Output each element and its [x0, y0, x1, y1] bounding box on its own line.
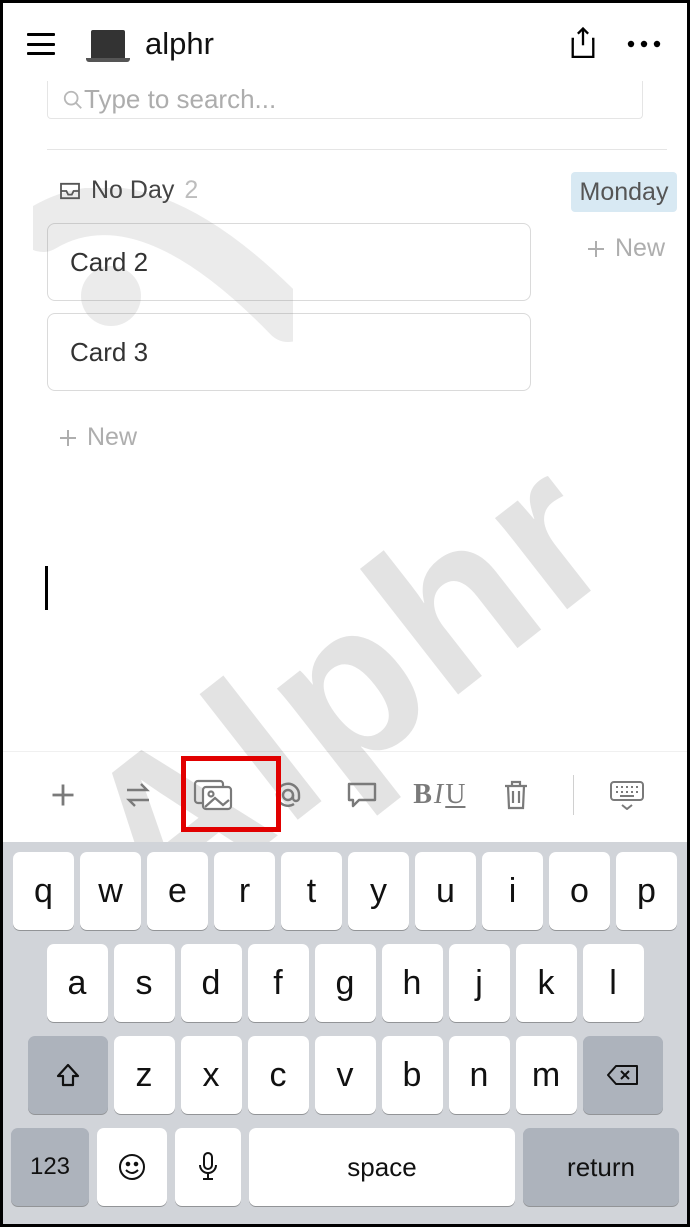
- column-no-day: No Day 2 Card 2 Card 3 New: [47, 174, 531, 452]
- key-g[interactable]: g: [315, 944, 376, 1022]
- key-123[interactable]: 123: [11, 1128, 89, 1206]
- column-title: Monday: [580, 178, 669, 207]
- search-input[interactable]: [84, 84, 628, 115]
- key-v[interactable]: v: [315, 1036, 376, 1114]
- key-b[interactable]: b: [382, 1036, 443, 1114]
- toolbar-separator: [573, 775, 574, 815]
- header: alphr: [3, 3, 687, 81]
- key-x[interactable]: x: [181, 1036, 242, 1114]
- key-m[interactable]: m: [516, 1036, 577, 1114]
- dismiss-keyboard-icon[interactable]: [603, 771, 651, 819]
- key-r[interactable]: r: [214, 852, 275, 930]
- italic-label: I: [434, 779, 443, 811]
- inbox-icon: [59, 182, 81, 200]
- column-monday[interactable]: Monday: [571, 172, 677, 212]
- card-title: Card 3: [70, 337, 148, 368]
- comment-icon[interactable]: [338, 771, 386, 819]
- hamburger-icon[interactable]: [27, 33, 55, 55]
- key-space[interactable]: space: [249, 1128, 515, 1206]
- content-area: No Day 2 Card 2 Card 3 New Monday New: [3, 81, 687, 452]
- workspace-icon[interactable]: [91, 30, 125, 58]
- keyboard-row-3: z x c v b n m: [11, 1036, 679, 1114]
- key-t[interactable]: t: [281, 852, 342, 930]
- key-d[interactable]: d: [181, 944, 242, 1022]
- new-card-button[interactable]: New: [575, 212, 677, 263]
- underline-label: U: [445, 779, 465, 811]
- key-w[interactable]: w: [80, 852, 141, 930]
- key-h[interactable]: h: [382, 944, 443, 1022]
- key-l[interactable]: l: [583, 944, 644, 1022]
- trash-icon[interactable]: [492, 771, 540, 819]
- more-icon[interactable]: [625, 38, 663, 50]
- keyboard-row-1: q w e r t y u i o p: [11, 852, 679, 930]
- column-count: 2: [184, 176, 198, 205]
- highlight-box: [181, 756, 281, 832]
- key-backspace[interactable]: [583, 1036, 663, 1114]
- card[interactable]: Card 3: [47, 313, 531, 391]
- key-p[interactable]: p: [616, 852, 677, 930]
- new-card-button[interactable]: New: [47, 403, 149, 452]
- share-icon[interactable]: [567, 26, 599, 62]
- key-c[interactable]: c: [248, 1036, 309, 1114]
- editor-toolbar: B I U: [3, 751, 687, 842]
- text-input-area[interactable]: [45, 563, 51, 613]
- key-i[interactable]: i: [482, 852, 543, 930]
- key-s[interactable]: s: [114, 944, 175, 1022]
- key-mic[interactable]: [175, 1128, 241, 1206]
- keyboard: q w e r t y u i o p a s d f g h j k l z …: [3, 842, 687, 1224]
- page-title: alphr: [145, 26, 214, 62]
- board: No Day 2 Card 2 Card 3 New Monday New: [47, 174, 643, 452]
- key-k[interactable]: k: [516, 944, 577, 1022]
- card[interactable]: Card 2: [47, 223, 531, 301]
- new-label: New: [87, 423, 137, 452]
- key-u[interactable]: u: [415, 852, 476, 930]
- key-return[interactable]: return: [523, 1128, 679, 1206]
- column-title: No Day: [91, 176, 174, 205]
- turn-into-icon[interactable]: [114, 771, 162, 819]
- keyboard-row-4: 123 space return: [11, 1128, 679, 1206]
- new-label: New: [615, 234, 665, 263]
- card-title: Card 2: [70, 247, 148, 278]
- key-a[interactable]: a: [47, 944, 108, 1022]
- key-y[interactable]: y: [348, 852, 409, 930]
- text-cursor: [45, 566, 48, 610]
- key-j[interactable]: j: [449, 944, 510, 1022]
- key-emoji[interactable]: [97, 1128, 167, 1206]
- keyboard-row-2: a s d f g h j k l: [11, 944, 679, 1022]
- key-f[interactable]: f: [248, 944, 309, 1022]
- divider: [47, 149, 667, 150]
- key-o[interactable]: o: [549, 852, 610, 930]
- key-z[interactable]: z: [114, 1036, 175, 1114]
- text-style-button[interactable]: B I U: [413, 779, 465, 811]
- bold-label: B: [413, 779, 432, 811]
- key-shift[interactable]: [28, 1036, 108, 1114]
- column-header[interactable]: No Day 2: [47, 174, 531, 223]
- key-n[interactable]: n: [449, 1036, 510, 1114]
- add-icon[interactable]: [39, 771, 87, 819]
- key-q[interactable]: q: [13, 852, 74, 930]
- search-bar[interactable]: [47, 81, 643, 119]
- key-e[interactable]: e: [147, 852, 208, 930]
